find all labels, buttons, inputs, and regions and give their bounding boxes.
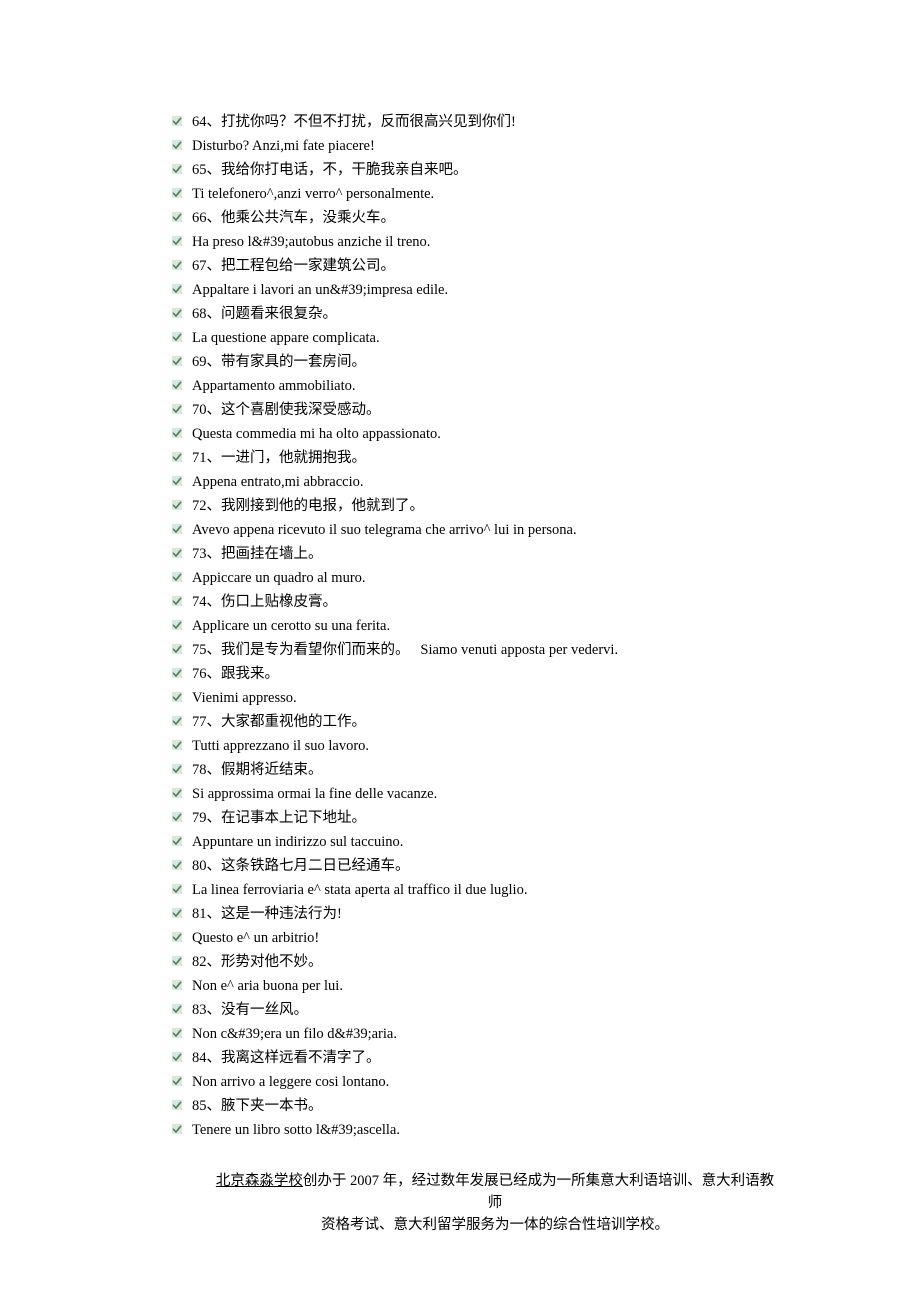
footer-text-part2: 资格考试、意大利留学服务为一体的综合性培训学校。 (321, 1217, 669, 1233)
line-text: Avevo appena ricevuto il suo telegrama c… (192, 518, 577, 542)
content-line: 76、跟我来。 (170, 662, 820, 686)
content-line: 74、伤口上贴橡皮膏。 (170, 590, 820, 614)
content-line: 77、大家都重视他的工作。 (170, 710, 820, 734)
content-line: Non c&#39;era un filo d&#39;aria. (170, 1022, 820, 1046)
content-line: Ha preso l&#39;autobus anziche il treno. (170, 230, 820, 254)
line-text: 74、伤口上贴橡皮膏。 (192, 590, 337, 614)
content-line: 70、这个喜剧使我深受感动。 (170, 398, 820, 422)
content-line: 67、把工程包给一家建筑公司。 (170, 254, 820, 278)
line-text: Non c&#39;era un filo d&#39;aria. (192, 1022, 397, 1046)
footer-text-part1: 创办于 2007 年，经过数年发展已经成为一所集意大利语培训、意大利语教师 (303, 1173, 774, 1211)
content-line: Avevo appena ricevuto il suo telegrama c… (170, 518, 820, 542)
content-line: Appaltare i lavori an un&#39;impresa edi… (170, 278, 820, 302)
content-line: 72、我刚接到他的电报，他就到了。 (170, 494, 820, 518)
line-text: Ha preso l&#39;autobus anziche il treno. (192, 230, 430, 254)
content-line: 80、这条铁路七月二日已经通车。 (170, 854, 820, 878)
line-text: 78、假期将近结束。 (192, 758, 323, 782)
content-line: 65、我给你打电话，不，干脆我亲自来吧。 (170, 158, 820, 182)
content-line: Appartamento ammobiliato. (170, 374, 820, 398)
footer-text: 北京森淼学校创办于 2007 年，经过数年发展已经成为一所集意大利语培训、意大利… (170, 1170, 820, 1236)
content-line: 83、没有一丝风。 (170, 998, 820, 1022)
line-text: 76、跟我来。 (192, 662, 279, 686)
line-text: 72、我刚接到他的电报，他就到了。 (192, 494, 424, 518)
line-text: Ti telefonero^,anzi verro^ personalmente… (192, 182, 434, 206)
line-text: Disturbo? Anzi,mi fate piacere! (192, 134, 375, 158)
line-text: Non e^ aria buona per lui. (192, 974, 343, 998)
line-text: 85、腋下夹一本书。 (192, 1094, 323, 1118)
content-line: 84、我离这样远看不清字了。 (170, 1046, 820, 1070)
content-line: 85、腋下夹一本书。 (170, 1094, 820, 1118)
line-text: Tenere un libro sotto l&#39;ascella. (192, 1118, 400, 1142)
line-text: 69、带有家具的一套房间。 (192, 350, 366, 374)
content-line: Disturbo? Anzi,mi fate piacere! (170, 134, 820, 158)
line-text: Questa commedia mi ha olto appassionato. (192, 422, 441, 446)
line-text: 67、把工程包给一家建筑公司。 (192, 254, 395, 278)
content-line: Non e^ aria buona per lui. (170, 974, 820, 998)
line-text: 84、我离这样远看不清字了。 (192, 1046, 381, 1070)
content-line: 73、把画挂在墙上。 (170, 542, 820, 566)
content-line: 68、问题看来很复杂。 (170, 302, 820, 326)
line-text: 71、一进门，他就拥抱我。 (192, 446, 366, 470)
line-text: 64、打扰你吗？不但不打扰，反而很高兴见到你们! (192, 110, 516, 134)
line-text: 66、他乘公共汽车，没乘火车。 (192, 206, 395, 230)
content-line: 78、假期将近结束。 (170, 758, 820, 782)
content-line: 79、在记事本上记下地址。 (170, 806, 820, 830)
line-text: 79、在记事本上记下地址。 (192, 806, 366, 830)
content-line: 66、他乘公共汽车，没乘火车。 (170, 206, 820, 230)
content-line: Non arrivo a leggere cosi lontano. (170, 1070, 820, 1094)
content-line: La questione appare complicata. (170, 326, 820, 350)
line-text: 80、这条铁路七月二日已经通车。 (192, 854, 410, 878)
content-line: Vienimi appresso. (170, 686, 820, 710)
content-line: Appena entrato,mi abbraccio. (170, 470, 820, 494)
content-line: 81、这是一种违法行为! (170, 902, 820, 926)
line-text: La linea ferroviaria e^ stata aperta al … (192, 878, 527, 902)
content-line: Questa commedia mi ha olto appassionato. (170, 422, 820, 446)
line-text: 82、形势对他不妙。 (192, 950, 323, 974)
line-text: Appuntare un indirizzo sul taccuino. (192, 830, 403, 854)
content-line: Appuntare un indirizzo sul taccuino. (170, 830, 820, 854)
line-text: 65、我给你打电话，不，干脆我亲自来吧。 (192, 158, 468, 182)
document-page: 64、打扰你吗？不但不打扰，反而很高兴见到你们! Disturbo? Anzi,… (0, 0, 920, 1296)
line-text: Appaltare i lavori an un&#39;impresa edi… (192, 278, 448, 302)
footer-school-name: 北京森淼学校 (216, 1173, 303, 1189)
line-text: 75、我们是专为看望你们而来的。 Siamo venuti apposta pe… (192, 638, 618, 662)
content-line: 82、形势对他不妙。 (170, 950, 820, 974)
content-line: Si approssima ormai la fine delle vacanz… (170, 782, 820, 806)
line-text: Vienimi appresso. (192, 686, 297, 710)
line-text: 70、这个喜剧使我深受感动。 (192, 398, 381, 422)
line-text: Appiccare un quadro al muro. (192, 566, 366, 590)
line-text: Questo e^ un arbitrio! (192, 926, 319, 950)
content-line: 64、打扰你吗？不但不打扰，反而很高兴见到你们! (170, 110, 820, 134)
content-line: Appiccare un quadro al muro. (170, 566, 820, 590)
line-text: 81、这是一种违法行为! (192, 902, 342, 926)
line-text: 73、把画挂在墙上。 (192, 542, 323, 566)
content-line: Tenere un libro sotto l&#39;ascella. (170, 1118, 820, 1142)
line-text: Applicare un cerotto su una ferita. (192, 614, 390, 638)
content-line: 75、我们是专为看望你们而来的。 Siamo venuti apposta pe… (170, 638, 820, 662)
line-text: 68、问题看来很复杂。 (192, 302, 337, 326)
line-text: Non arrivo a leggere cosi lontano. (192, 1070, 389, 1094)
line-text: Tutti apprezzano il suo lavoro. (192, 734, 369, 758)
line-text: 83、没有一丝风。 (192, 998, 308, 1022)
line-text: 77、大家都重视他的工作。 (192, 710, 366, 734)
content-line: 69、带有家具的一套房间。 (170, 350, 820, 374)
line-text: Appena entrato,mi abbraccio. (192, 470, 364, 494)
content-line: Tutti apprezzano il suo lavoro. (170, 734, 820, 758)
content-line: Ti telefonero^,anzi verro^ personalmente… (170, 182, 820, 206)
line-text: La questione appare complicata. (192, 326, 380, 350)
line-text: Appartamento ammobiliato. (192, 374, 356, 398)
line-text: Si approssima ormai la fine delle vacanz… (192, 782, 437, 806)
content-line: Questo e^ un arbitrio! (170, 926, 820, 950)
content-line: La linea ferroviaria e^ stata aperta al … (170, 878, 820, 902)
content-line: 71、一进门，他就拥抱我。 (170, 446, 820, 470)
content-line: Applicare un cerotto su una ferita. (170, 614, 820, 638)
content-lines: 64、打扰你吗？不但不打扰，反而很高兴见到你们! Disturbo? Anzi,… (170, 110, 820, 1142)
